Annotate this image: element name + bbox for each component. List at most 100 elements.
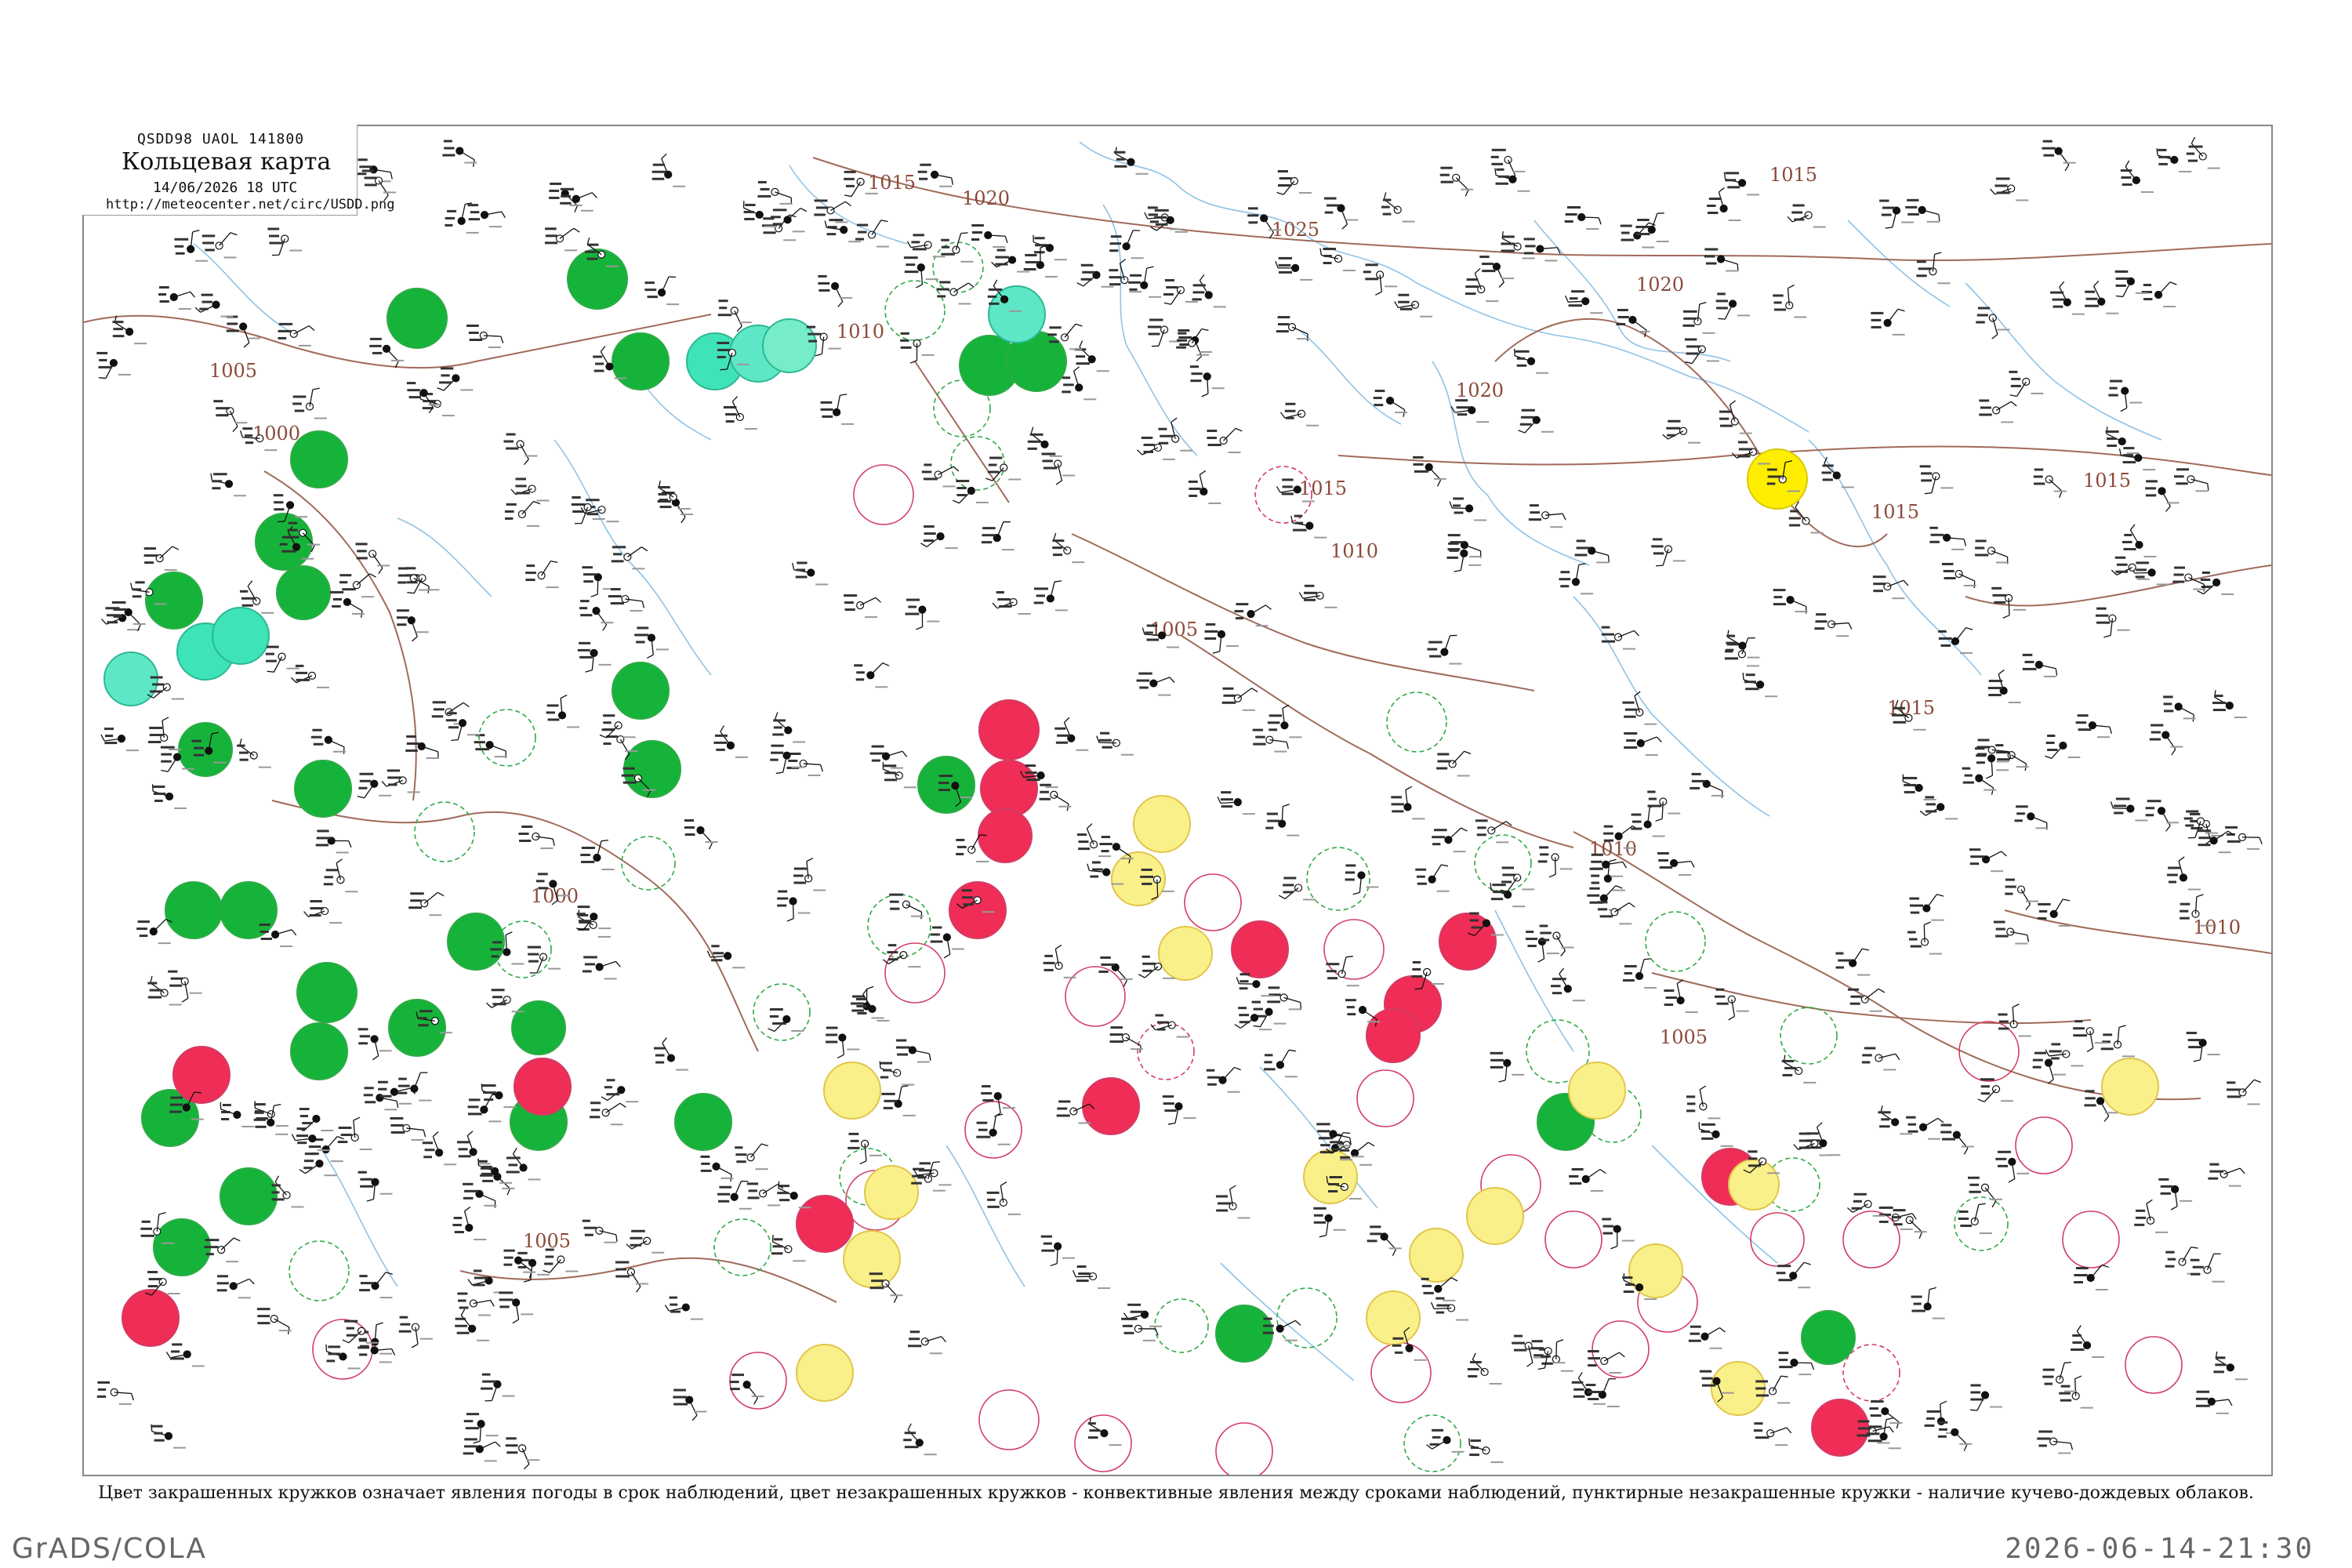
station-marker [2189,812,2223,846]
station-marker [1574,539,1610,564]
station-marker [1113,147,1149,175]
isobar-label: 1010 [2193,916,2241,938]
station-marker [1326,956,1359,987]
isobar-label: 1005 [1660,1026,1708,1048]
station-marker [1707,187,1741,222]
station-marker [1381,192,1415,223]
station-marker [952,480,989,504]
station-marker [1136,672,1175,696]
station-marker [397,567,431,593]
station-marker [1537,846,1573,878]
station-marker [1054,717,1089,751]
station-marker [2005,878,2038,910]
station-marker [1991,586,2027,619]
station-marker [936,281,975,305]
station-marker [2195,1390,2233,1414]
station-marker [1998,1004,2031,1037]
station-marker [2114,270,2148,298]
station-marker [1773,285,1807,318]
isobar-label: 1010 [837,321,884,343]
station-marker [147,975,182,1006]
station-marker [1096,731,1134,756]
station-marker [1704,248,1739,272]
bulletin-code: QSDD98 UAOL 141800 [137,131,305,147]
station-marker [1907,921,1943,955]
station-marker [1345,999,1380,1027]
station-marker [455,1308,490,1341]
station-marker [1072,1265,1111,1290]
source-url: http://meteocenter.net/circ/USDD.png [106,197,395,212]
station-marker [2134,1199,2169,1233]
station-marker [467,204,506,228]
station-marker [265,645,299,673]
station-marker [96,351,131,379]
station-marker [793,857,826,891]
station-marker [1977,1078,2014,1102]
station-filled-green [290,1022,348,1080]
station-marker [452,1206,487,1241]
station-marker [1479,256,1514,288]
station-marker [2226,1079,2261,1105]
station-marker [1276,169,1312,195]
station-marker [855,220,890,248]
station-marker [2141,281,2177,308]
station-marker [644,276,680,306]
station-marker [151,784,187,809]
station-marker [136,918,172,945]
station-marker [437,367,474,391]
isobar-label: 1015 [1871,501,1919,523]
station-marker [1631,804,1665,837]
station-marker [1662,419,1701,444]
station-marker [213,400,248,433]
station-marker [883,944,921,968]
station-marker [2108,379,2143,412]
station-marker [1427,634,1462,665]
station-marker [1449,497,1487,521]
station-marker [1690,772,1724,798]
station-marker [985,456,1022,481]
station-marker [2100,1025,2136,1058]
observation-datetime: 14/06/2026 18 UTC [153,180,298,196]
station-marker [544,227,580,252]
station-marker [1076,263,1114,288]
station-marker [1776,1261,1811,1289]
station-marker [151,1424,187,1449]
station-marker [2145,480,2180,512]
station-marker [1123,1303,1163,1327]
station-filled-bright-yellow [1747,448,1808,510]
station-marker [855,988,890,1022]
station-marker [1087,1417,1122,1446]
station-marker [684,818,718,850]
station-marker [1847,988,1886,1012]
station-marker [1969,1384,2003,1411]
station-marker [330,590,365,618]
station-marker [517,1251,550,1283]
station-marker [1559,563,1593,595]
station-marker [220,1102,255,1127]
station-marker [825,1026,860,1059]
station-marker [1723,172,1760,196]
station-marker [615,1261,648,1293]
station-marker [1465,268,1499,303]
station-marker [165,1343,205,1367]
station-marker [844,594,881,619]
station-marker [278,322,315,347]
station-marker [664,1296,703,1320]
station-marker [1215,1185,1250,1219]
station-marker [194,293,234,318]
station-marker [1323,197,1359,230]
station-marker [653,1037,688,1071]
station-filled-red [514,1058,572,1116]
station-marker [1264,1049,1298,1078]
station-marker [1753,1422,1792,1446]
station-filled-red [980,760,1038,818]
station-marker [920,525,958,550]
station-marker [1787,204,1826,228]
station-marker [1040,1235,1076,1267]
station-filled-red [796,1195,854,1253]
station-marker [1597,901,1635,925]
station-marker [818,274,853,307]
station-marker [1969,848,2007,873]
station-marker [2045,735,2081,759]
station-filled-cyan [103,652,158,706]
